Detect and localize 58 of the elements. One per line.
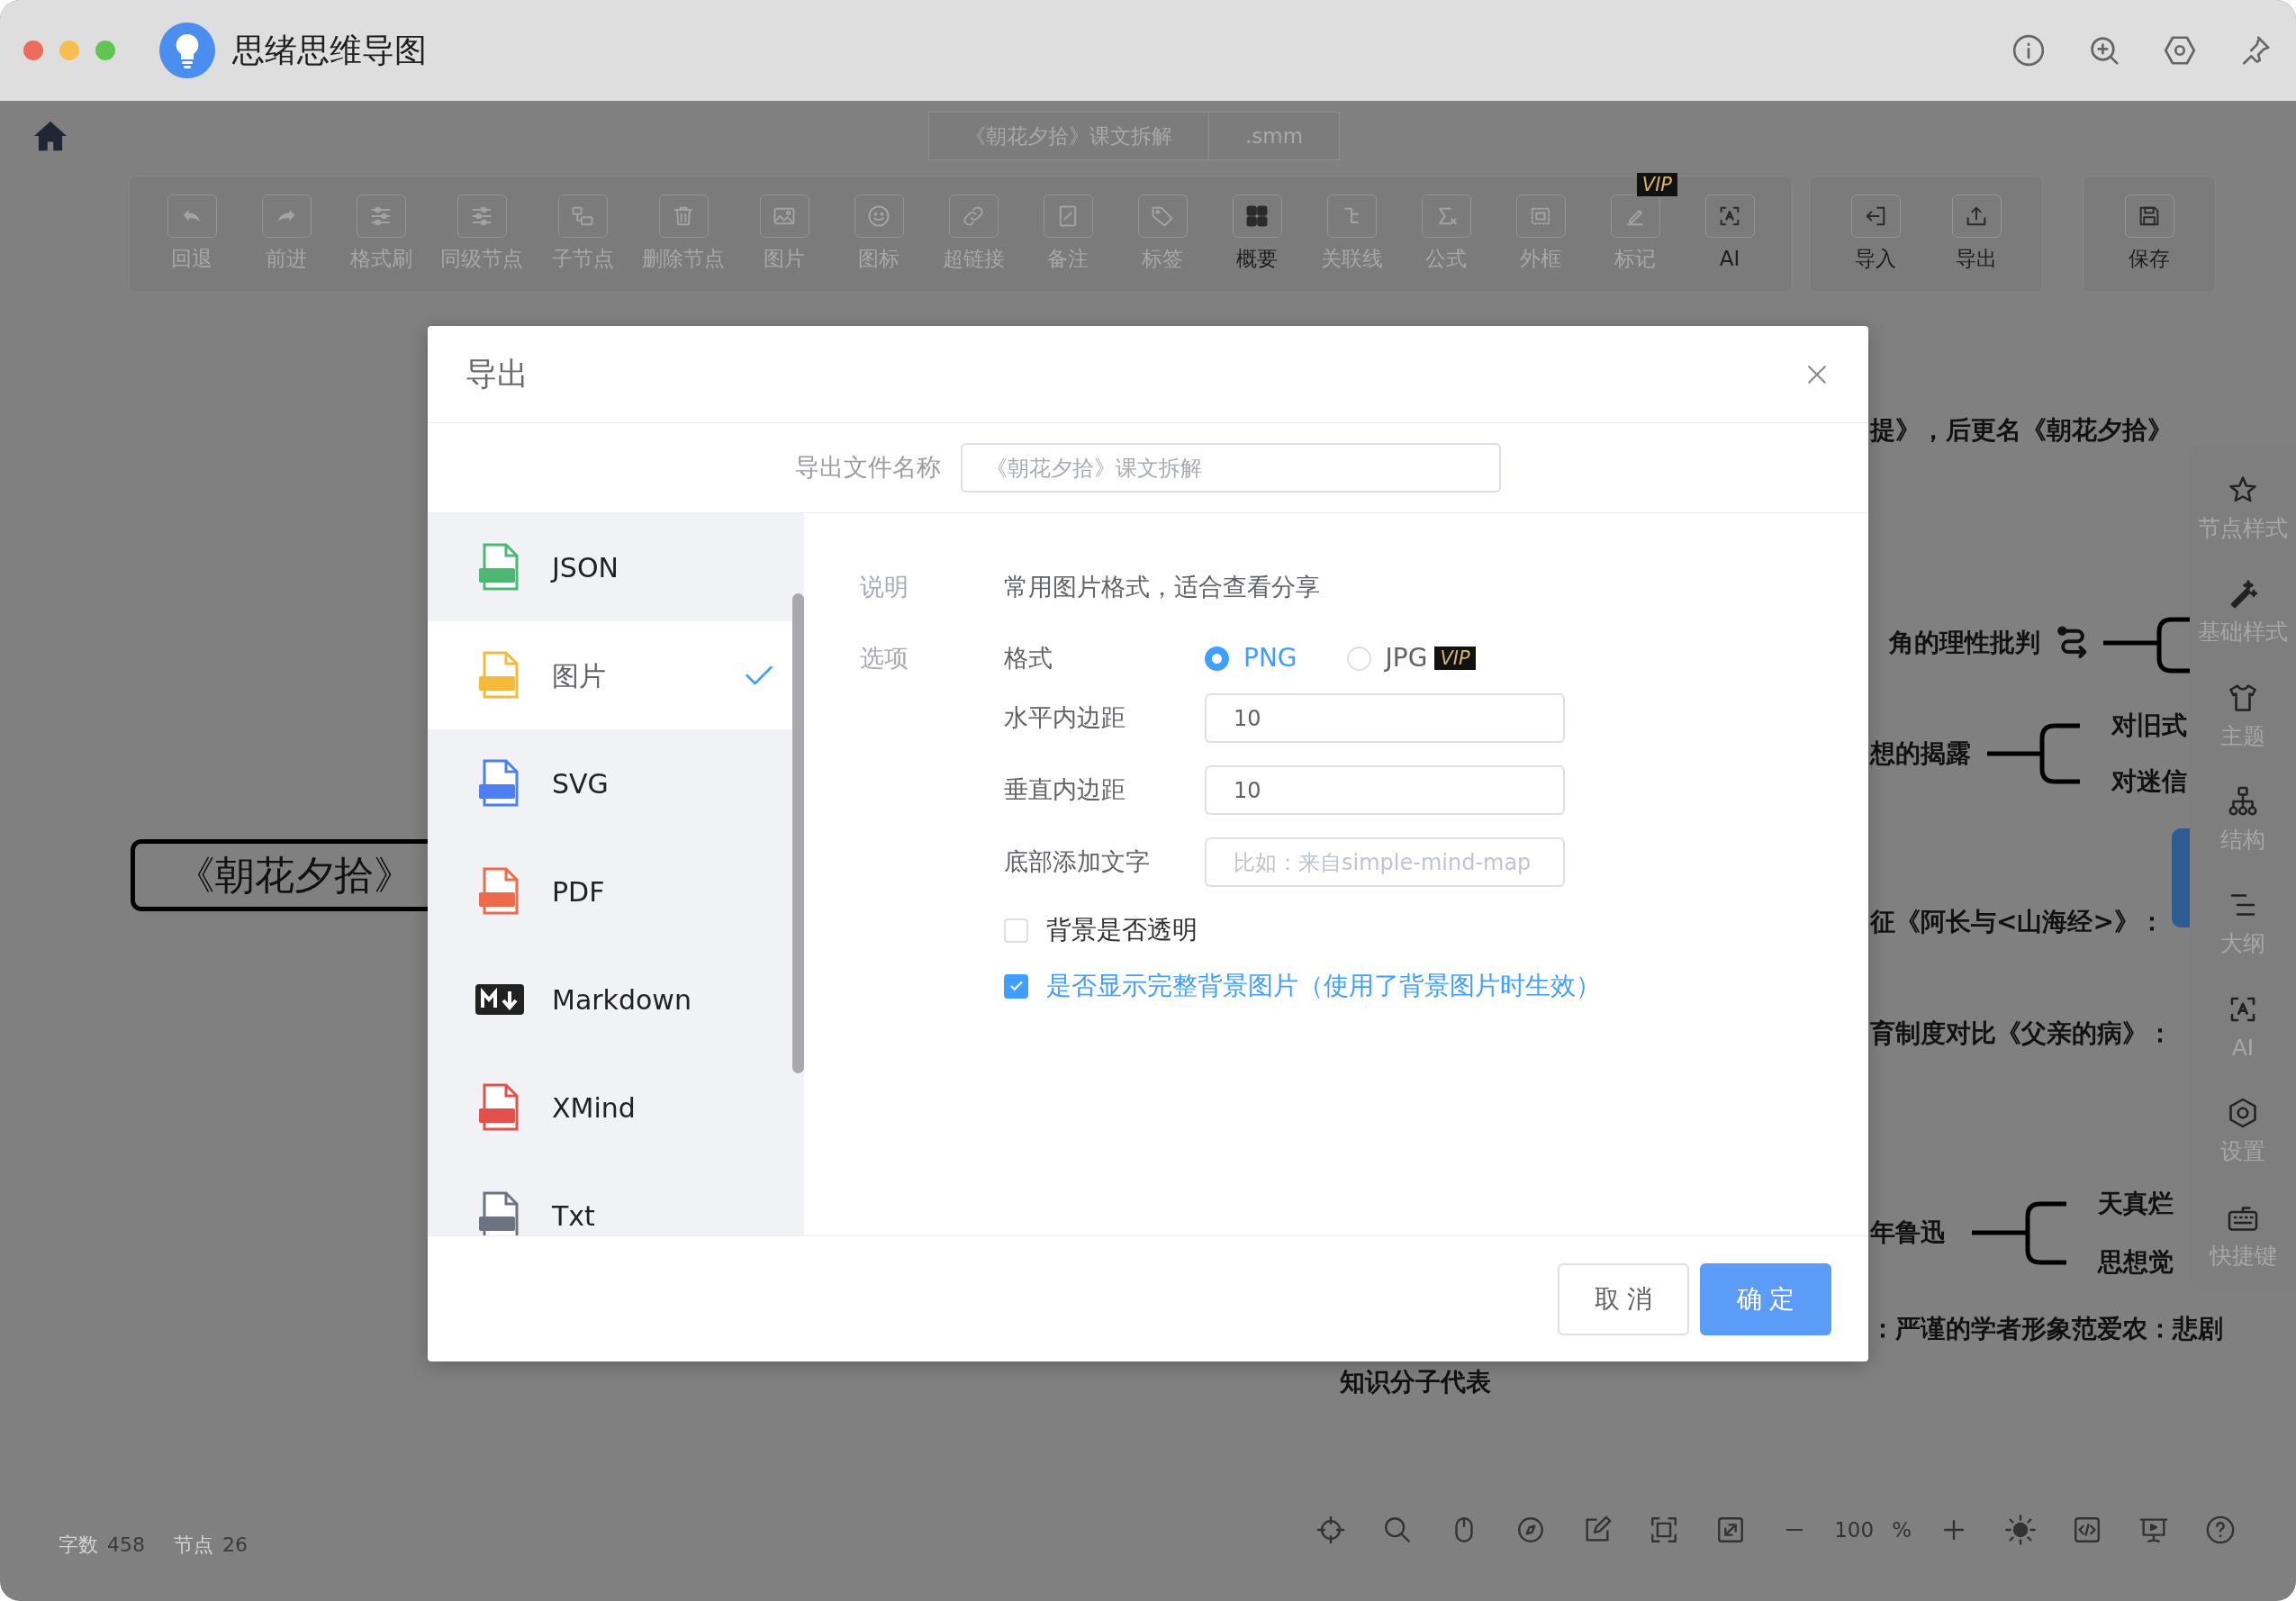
sun-icon[interactable] bbox=[2005, 1514, 2036, 1545]
section-label: 选项 bbox=[860, 642, 908, 674]
mind-map-node[interactable]: 对旧式 bbox=[2111, 713, 2187, 738]
hexagon-gear-icon bbox=[2227, 1097, 2259, 1130]
mind-map-node[interactable]: 想的揭露 bbox=[1870, 741, 1971, 766]
mind-map-node[interactable]: 育制度对比《父亲的病》： bbox=[1870, 1021, 2173, 1046]
cancel-button[interactable]: 取 消 bbox=[1558, 1262, 1689, 1335]
node-count-label: 节点 bbox=[174, 1533, 213, 1558]
toolbar-button[interactable]: 导出 bbox=[1938, 194, 2015, 275]
mind-map-node[interactable]: ：严谨的学者形象范爱农：悲剧 bbox=[1870, 1316, 2223, 1342]
toolbar-button[interactable]: 概要 bbox=[1218, 194, 1296, 275]
hexagon-gear-icon[interactable] bbox=[2163, 33, 2197, 68]
input-field[interactable]: 10 bbox=[1205, 765, 1565, 815]
description-text: 常用图片格式，适合查看分享 bbox=[1004, 571, 1320, 602]
close-window-button[interactable] bbox=[23, 41, 43, 60]
word-count-label: 字数 bbox=[59, 1533, 98, 1558]
scrollbar[interactable] bbox=[792, 593, 804, 1073]
input-field[interactable]: 比如：来自simple-mind-map bbox=[1205, 837, 1565, 887]
zoom-unit: % bbox=[1892, 1516, 1912, 1543]
mind-map-node[interactable]: 天真烂 bbox=[2098, 1191, 2174, 1217]
input-field[interactable]: 10 bbox=[1205, 693, 1565, 743]
toolbar-button[interactable]: AI bbox=[1691, 194, 1768, 275]
format-item[interactable]: Txt bbox=[428, 1162, 804, 1235]
option-label: 垂直内边距 bbox=[1004, 774, 1126, 806]
window-title: 思绪思维导图 bbox=[232, 31, 427, 70]
help-icon[interactable] bbox=[2205, 1514, 2236, 1545]
info-icon[interactable] bbox=[2011, 33, 2046, 68]
zoom-value: 100 bbox=[1834, 1516, 1875, 1543]
save-button[interactable]: 保存 bbox=[2111, 194, 2188, 275]
node-count: 26 bbox=[222, 1533, 248, 1558]
vip-badge: VIP bbox=[1434, 647, 1476, 670]
option-label: 格式 bbox=[1004, 642, 1053, 674]
vip-badge: VIP bbox=[1636, 172, 1677, 196]
crosshair-icon[interactable] bbox=[1315, 1514, 1347, 1545]
lightbulb-logo-icon bbox=[158, 22, 216, 79]
checkbox-option[interactable]: 是否显示完整背景图片（使用了背景图片时生效） bbox=[1004, 967, 1601, 1005]
radio-option[interactable]: JPG VIP bbox=[1346, 639, 1476, 677]
mind-map-node[interactable]: 征《阿长与<山海经>》： bbox=[1870, 909, 2165, 935]
org-chart-icon bbox=[2227, 785, 2259, 819]
mind-map-node[interactable]: 角的理性批判 bbox=[1889, 630, 2040, 656]
input-field[interactable]: 《朝花夕拾》课文拆解 bbox=[961, 443, 1501, 493]
checkbox-option[interactable]: 背景是否透明 bbox=[1004, 911, 1198, 949]
radio-option[interactable]: PNG bbox=[1205, 639, 1297, 677]
mind-map-node[interactable]: 年鲁迅 bbox=[1870, 1220, 1946, 1245]
dialog-title: 导出 bbox=[466, 355, 529, 394]
mind-map-node[interactable]: 知识分子代表 bbox=[1340, 1370, 1491, 1395]
mind-map-node[interactable]: 思想觉 bbox=[2098, 1250, 2174, 1275]
option-label: 底部添加文字 bbox=[1004, 846, 1151, 878]
confirm-button[interactable]: 确 定 bbox=[1700, 1262, 1831, 1335]
mind-map-node[interactable]: 提》，后更名《朝花夕拾》 bbox=[1870, 418, 2173, 443]
home-icon[interactable] bbox=[32, 120, 68, 152]
mind-map-node[interactable]: 对迷信 bbox=[2111, 769, 2187, 794]
section-label: 说明 bbox=[860, 571, 909, 602]
panel-handle[interactable] bbox=[2172, 828, 2190, 927]
toolbar-button[interactable]: 导入 bbox=[1837, 194, 1914, 275]
word-count: 458 bbox=[107, 1533, 145, 1558]
option-label: 水平内边距 bbox=[1004, 702, 1126, 734]
field-label: 导出文件名称 bbox=[795, 452, 941, 484]
